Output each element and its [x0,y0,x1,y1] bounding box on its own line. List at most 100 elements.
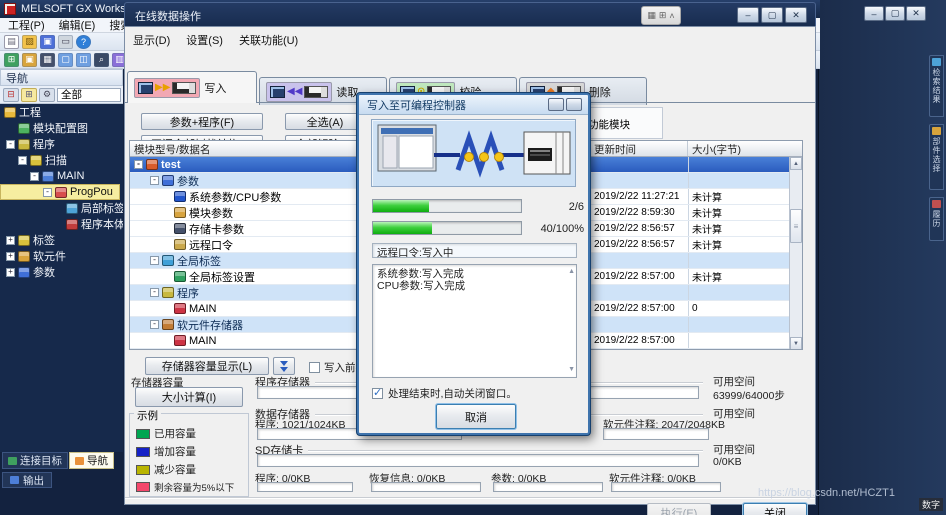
auto-close-checkbox[interactable] [372,388,383,399]
total-progress-bar [372,221,522,235]
expand-icon[interactable]: + [6,236,15,245]
expand-icon[interactable]: + [6,268,15,277]
nav-filter-select[interactable]: 全部 [57,88,121,102]
legend-item: 已用容量 [136,426,196,441]
tree-item-local-label[interactable]: 局部标签 [0,200,123,216]
menu-related-functions[interactable]: 关联功能(U) [239,32,298,48]
window-split-icon[interactable]: ◫ [76,53,91,67]
tree-item-progpou[interactable]: -ProgPou [0,184,120,200]
minimize-button[interactable]: – [737,7,759,23]
scroll-down-icon[interactable]: ▼ [790,337,802,350]
cancel-button[interactable]: 取消 [436,404,516,429]
navigation-tab-icon [75,457,84,465]
tab-navigation[interactable]: 导航 [69,452,114,469]
close-dialog-button[interactable]: 关闭 [743,503,807,515]
pre-write-checkbox[interactable] [309,362,320,373]
tab-write[interactable]: ▶▶ 写入 [127,71,257,103]
tree-item-program[interactable]: -程序 [0,136,123,152]
progress-log[interactable]: 系统参数:写入完成 CPU参数:写入完成 ▲ ▼ [372,264,577,378]
window-icon[interactable]: ▢ [58,53,73,67]
close-button[interactable]: ✕ [906,6,926,21]
collapse-icon[interactable]: - [18,156,27,165]
program-folder-icon [18,139,30,150]
help-button[interactable] [548,98,564,111]
tab-connection-destination[interactable]: 连接目标 [2,452,68,469]
select-all-button[interactable]: 全选(A) [285,113,365,130]
tree-item-device[interactable]: +软元件 [0,248,123,264]
menu-edit[interactable]: 编辑(E) [59,17,96,33]
collapse-icon[interactable]: - [43,188,52,197]
parameter-program-button[interactable]: 参数+程序(F) [141,113,263,130]
minimize-button[interactable]: – [864,6,884,21]
size-calculation-button[interactable]: 大小计算(I) [135,387,243,407]
program-folder-icon [162,287,174,298]
collapse-icon[interactable]: - [30,172,39,181]
tree-display-icon[interactable]: ⊞ [21,88,37,102]
maximize-button[interactable]: ▢ [761,7,783,23]
save-all-icon[interactable]: ▣ [22,53,37,67]
mini-toolbar[interactable]: ▦ ⊞ ˄ [641,6,681,25]
tree-item-main[interactable]: -MAIN [0,168,123,184]
navigation-title: 导航 [6,70,28,86]
execute-button[interactable]: 执行(E) [647,503,711,515]
tree-item-project[interactable]: 工程 [0,104,123,120]
watermark-tag: 数字 [919,498,943,511]
device-memory-folder-icon [162,319,174,330]
right-panel-tab[interactable]: 部件选择 [929,124,944,190]
tree-view-icon[interactable]: ⊞ [4,53,19,67]
parameter-folder-icon [18,267,30,278]
col-size[interactable]: 大小(字节) [688,141,788,156]
tab-output[interactable]: 输出 [2,472,52,488]
close-button[interactable] [566,98,582,111]
tree-item-scan[interactable]: -扫描 [0,152,123,168]
collapse-icon[interactable]: - [6,140,15,149]
right-panel-tab[interactable]: 检索结果 [929,55,944,117]
find-icon[interactable]: ⌕ [94,53,109,67]
menu-settings[interactable]: 设置(S) [186,32,223,48]
right-panel-tab[interactable]: 履历 [929,197,944,241]
watermark: https://blog.csdn.net/HCZT1 [758,487,895,499]
connection-graphic [371,119,576,187]
print-icon[interactable]: ▭ [58,35,73,49]
chevron-down-icon[interactable] [273,357,295,375]
col-updated[interactable]: 更新时间 [590,141,688,156]
label-folder-icon [18,235,30,246]
tab-delete-label: 删除 [589,84,611,100]
module-parameter-icon [174,207,186,218]
write-tab-graphic: ▶▶ [134,78,200,98]
global-label-setting-icon [174,271,186,282]
tree-item-module-config[interactable]: 模块配置图 [0,120,123,136]
new-file-icon[interactable]: ▤ [4,35,19,49]
free-space-value: 0/0KB [713,456,742,468]
close-button[interactable]: ✕ [785,7,807,23]
tree-item-program-body[interactable]: 程序本体 [0,216,123,232]
maximize-button[interactable]: ▢ [885,6,905,21]
total-progress-label: 40/100% [504,223,584,235]
legend-item: 减少容量 [136,462,196,477]
rtab3-icon [932,200,941,208]
tree-item-label[interactable]: +标签 [0,232,123,248]
open-folder-icon[interactable]: ▨ [22,35,37,49]
progress-title: 写入至可编程控制器 [367,97,466,113]
help-icon[interactable]: ? [76,35,91,49]
scrollbar-thumb[interactable]: ≡ [790,209,802,243]
scroll-up-icon[interactable]: ▲ [790,157,802,170]
system-cpu-parameter-icon [174,191,186,202]
tree-switch-icon[interactable]: ⊟ [3,88,19,102]
table-scrollbar[interactable]: ▲ ≡ ▼ [789,157,802,350]
memory-capacity-display-button[interactable]: 存储器容量显示(L) [145,357,269,375]
pc-to-plc-graphic [372,120,575,186]
expand-icon[interactable]: + [6,252,15,261]
project-icon [4,107,16,118]
menu-project[interactable]: 工程(P) [8,17,45,33]
scroll-down-icon[interactable]: ▼ [568,364,575,376]
grid-icon: ▦ [647,10,656,21]
tree-item-parameter[interactable]: +参数 [0,264,123,280]
menu-display[interactable]: 显示(D) [133,32,170,48]
save-icon[interactable]: ▣ [40,35,55,49]
used-capacity-swatch [136,429,150,439]
gear-icon[interactable]: ⚙ [39,88,55,102]
chip-icon[interactable]: ▦ [40,53,55,67]
scroll-up-icon[interactable]: ▲ [568,266,575,278]
step-progress-bar [372,199,522,213]
